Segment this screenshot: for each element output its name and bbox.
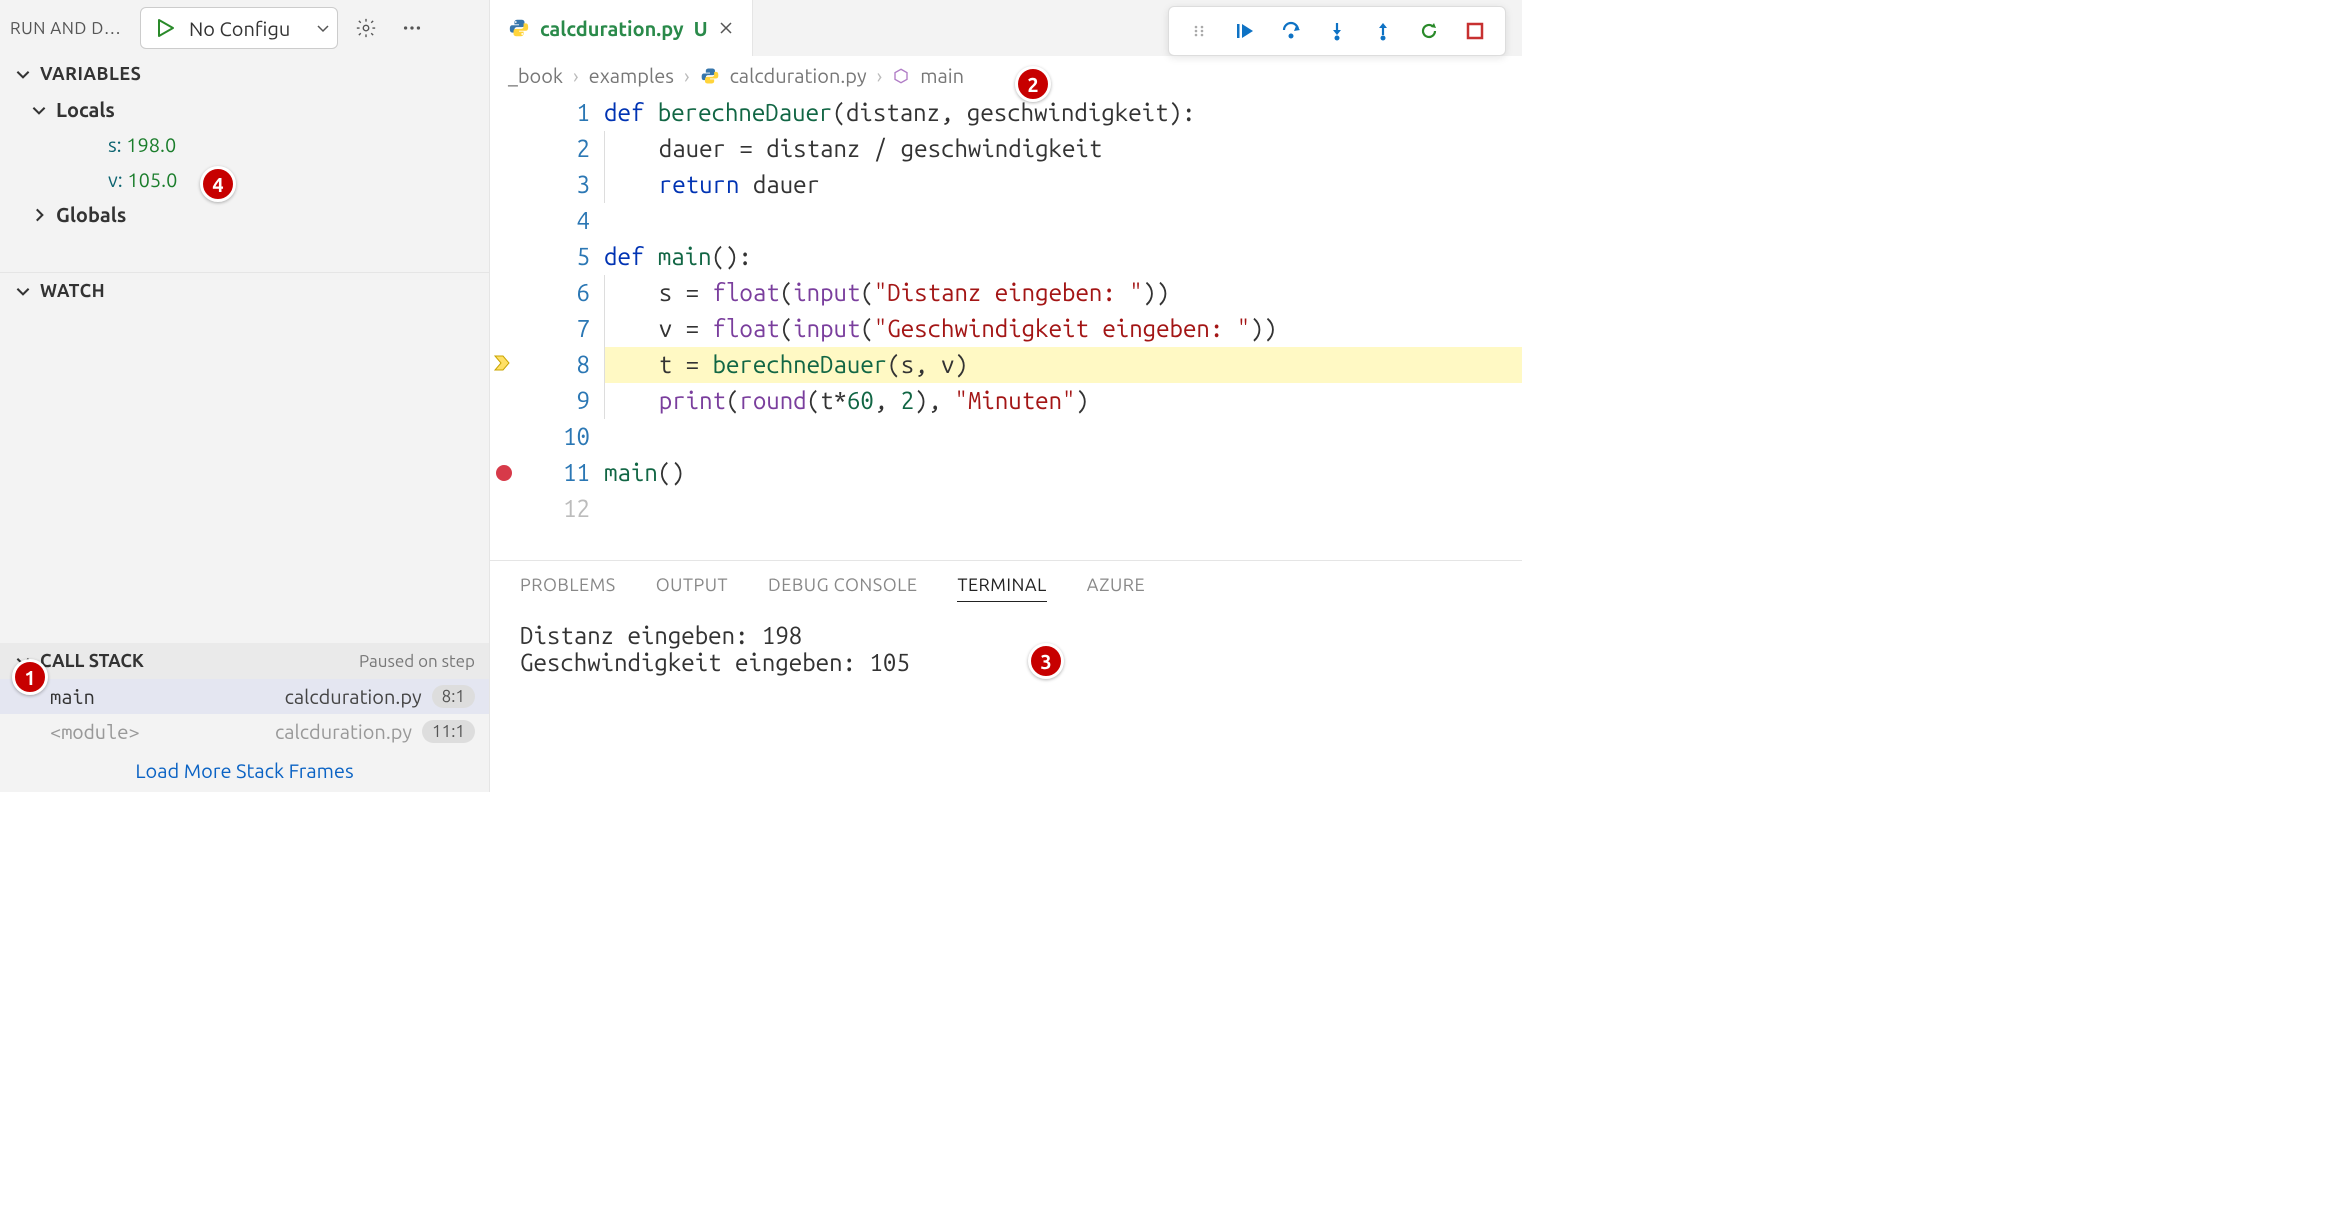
frame-function: main bbox=[50, 685, 95, 708]
glyph-margin bbox=[490, 95, 520, 560]
symbol-method-icon bbox=[892, 67, 910, 85]
callstack-header[interactable]: CALL STACK Paused on step bbox=[0, 643, 489, 679]
stack-frame[interactable]: main calcduration.py 8:1 bbox=[0, 679, 489, 714]
run-debug-title: RUN AND DEBUG bbox=[10, 19, 130, 38]
breadcrumb-part[interactable]: main bbox=[920, 64, 964, 87]
step-over-button[interactable] bbox=[1273, 13, 1309, 49]
tab-terminal[interactable]: TERMINAL bbox=[957, 575, 1046, 602]
frame-file: calcduration.py bbox=[275, 720, 412, 743]
run-debug-topbar: RUN AND DEBUG No Configu bbox=[0, 0, 489, 56]
chevron-down-icon bbox=[30, 101, 48, 119]
python-icon bbox=[700, 66, 720, 86]
app-root: RUN AND DEBUG No Configu VARIABLES bbox=[0, 0, 1522, 792]
chevron-down-icon bbox=[14, 65, 32, 83]
breadcrumb-part[interactable]: examples bbox=[589, 64, 674, 87]
tab-debug-console[interactable]: DEBUG CONSOLE bbox=[768, 575, 917, 602]
variable-row[interactable]: s: 198.0 bbox=[0, 127, 489, 162]
chevron-down-icon bbox=[14, 282, 32, 300]
more-actions-button[interactable] bbox=[394, 10, 430, 46]
variables-header[interactable]: VARIABLES bbox=[0, 56, 489, 92]
start-debugging-button[interactable] bbox=[147, 10, 183, 46]
watch-header[interactable]: WATCH bbox=[0, 272, 489, 309]
annotation-callout: 3 bbox=[1028, 643, 1064, 679]
continue-button[interactable] bbox=[1227, 13, 1263, 49]
stop-button[interactable] bbox=[1457, 13, 1493, 49]
frame-position: 11:1 bbox=[422, 720, 475, 743]
stack-frame[interactable]: <module> calcduration.py 11:1 bbox=[0, 714, 489, 749]
tab-output[interactable]: OUTPUT bbox=[656, 575, 728, 602]
tab-modified-indicator: U bbox=[694, 17, 708, 40]
variable-name: v: bbox=[108, 168, 123, 191]
frame-function: <module> bbox=[50, 720, 140, 743]
tab-problems[interactable]: PROBLEMS bbox=[520, 575, 616, 602]
config-name: No Configu bbox=[189, 17, 309, 40]
breadcrumb-part[interactable]: calcduration.py bbox=[730, 64, 867, 87]
watch-empty-area[interactable] bbox=[0, 309, 489, 643]
variable-value: 198.0 bbox=[126, 133, 176, 156]
callstack-title: CALL STACK bbox=[40, 651, 144, 671]
variable-name: s: bbox=[108, 133, 122, 156]
restart-button[interactable] bbox=[1411, 13, 1447, 49]
debug-toolbar[interactable] bbox=[1168, 6, 1506, 56]
frame-file: calcduration.py bbox=[285, 685, 422, 708]
annotation-callout: 4 bbox=[200, 166, 236, 202]
code-content[interactable]: def berechneDauer(distanz, geschwindigke… bbox=[604, 95, 1522, 560]
code-editor[interactable]: 123456789101112 def berechneDauer(distan… bbox=[490, 95, 1522, 560]
annotation-callout: 1 bbox=[12, 659, 48, 695]
python-icon bbox=[508, 17, 530, 39]
close-icon[interactable] bbox=[718, 20, 734, 36]
panel-tabs: PROBLEMS OUTPUT DEBUG CONSOLE TERMINAL A… bbox=[490, 561, 1522, 612]
gear-icon bbox=[355, 17, 377, 39]
more-icon bbox=[401, 17, 423, 39]
variables-section: VARIABLES Locals s: 198.0 v: 105.0 Globa… bbox=[0, 56, 489, 232]
scope-label: Globals bbox=[56, 203, 126, 226]
chevron-right-icon bbox=[30, 206, 48, 224]
step-into-button[interactable] bbox=[1319, 13, 1355, 49]
debug-sidebar: RUN AND DEBUG No Configu VARIABLES bbox=[0, 0, 490, 792]
load-more-frames[interactable]: Load More Stack Frames bbox=[0, 749, 489, 792]
editor-tab[interactable]: calcduration.py U bbox=[490, 0, 753, 56]
run-config-selector[interactable]: No Configu bbox=[140, 7, 338, 49]
variable-value: 105.0 bbox=[127, 168, 177, 191]
tab-azure[interactable]: AZURE bbox=[1087, 575, 1145, 602]
scope-locals[interactable]: Locals bbox=[0, 92, 489, 127]
chevron-right-icon: › bbox=[877, 64, 883, 87]
breadcrumb[interactable]: _book › examples › calcduration.py › mai… bbox=[490, 56, 1522, 95]
chevron-right-icon: › bbox=[684, 64, 690, 87]
terminal-output[interactable]: Distanz eingeben: 198 Geschwindigkeit ei… bbox=[490, 612, 1522, 686]
variables-title: VARIABLES bbox=[40, 64, 141, 84]
chevron-down-icon[interactable] bbox=[315, 17, 331, 40]
chevron-right-icon: › bbox=[573, 64, 579, 87]
tab-filename: calcduration.py bbox=[540, 17, 684, 40]
annotation-callout: 2 bbox=[1015, 66, 1051, 102]
bottom-panel: PROBLEMS OUTPUT DEBUG CONSOLE TERMINAL A… bbox=[490, 560, 1522, 792]
editor-area: calcduration.py U _book › examples › cal… bbox=[490, 0, 1522, 792]
callstack-status: Paused on step bbox=[359, 652, 475, 671]
breakpoint-icon[interactable] bbox=[496, 465, 512, 481]
variable-row[interactable]: v: 105.0 bbox=[0, 162, 489, 197]
drag-handle-icon[interactable] bbox=[1181, 13, 1217, 49]
play-icon bbox=[155, 18, 175, 38]
scope-globals[interactable]: Globals bbox=[0, 197, 489, 232]
watch-title: WATCH bbox=[40, 281, 105, 301]
breadcrumb-part[interactable]: _book bbox=[508, 64, 563, 87]
debug-settings-button[interactable] bbox=[348, 10, 384, 46]
current-line-indicator bbox=[492, 347, 512, 383]
step-out-button[interactable] bbox=[1365, 13, 1401, 49]
frame-position: 8:1 bbox=[432, 685, 475, 708]
scope-label: Locals bbox=[56, 98, 115, 121]
line-numbers: 123456789101112 bbox=[520, 95, 604, 560]
